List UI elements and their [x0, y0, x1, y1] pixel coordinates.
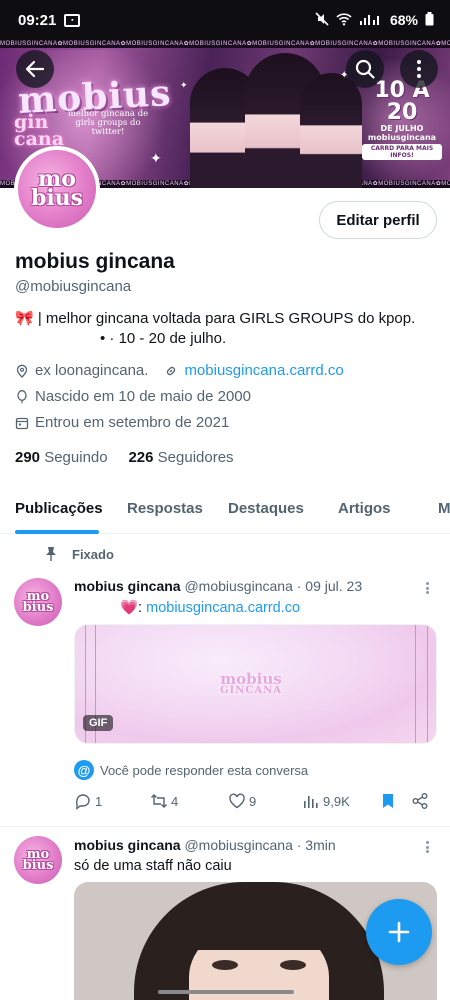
post-header: mobius gincana @mobiusgincana · 09 jul. …: [74, 578, 362, 594]
banner-ribbon-top: MOBIUSGINCANA✿MOBIUSGINCANA✿MOBIUSGINCAN…: [0, 40, 450, 48]
plus-icon: [388, 921, 410, 943]
avatar-logo: mo bius: [30, 166, 84, 211]
post-handle-time: @mobiusgincana · 3min: [184, 837, 336, 853]
profile-joined: Entrou em setembro de 2021: [35, 414, 230, 431]
pinned-label: Fixado: [44, 546, 114, 562]
post-menu-button[interactable]: [420, 839, 434, 855]
tab-replies[interactable]: Respostas: [127, 500, 203, 517]
balloon-icon: [17, 389, 27, 403]
post-menu-button[interactable]: [420, 580, 434, 596]
profile-meta-row-3: Entrou em setembro de 2021: [15, 414, 229, 431]
profile-handle: @mobiusgincana: [15, 278, 132, 295]
post-divider: [0, 826, 450, 827]
repost-button[interactable]: 4: [150, 792, 178, 810]
heart-icon: [229, 793, 245, 809]
status-time: 09:21: [18, 11, 57, 29]
search-icon: [355, 59, 375, 79]
profile-birthday: Nascido em 10 de maio de 2000: [35, 388, 251, 405]
post-text: 💗: mobiusgincana.carrd.co: [120, 600, 301, 616]
back-button[interactable]: [16, 50, 54, 88]
post-text: só de uma staff não caiu: [74, 858, 232, 874]
profile-bio-line1: 🎀 | melhor gincana voltada para GIRLS GR…: [15, 310, 416, 327]
profile-bio-line2: • · 10 - 20 de julho.: [100, 330, 227, 347]
repost-icon: [151, 794, 167, 808]
post-handle-time: @mobiusgincana · 09 jul. 23: [184, 578, 363, 594]
compose-post-button[interactable]: [366, 899, 432, 965]
at-icon: @: [74, 760, 94, 780]
views-icon: [304, 796, 318, 808]
share-button[interactable]: [411, 792, 429, 810]
profile-meta-row-2: Nascido em 10 de maio de 2000: [15, 388, 251, 405]
location-icon: [16, 364, 28, 378]
share-icon: [412, 793, 428, 809]
bookmark-filled-icon: [383, 794, 393, 808]
status-bar: 09:21 ▪ 68%: [0, 0, 450, 40]
profile-location: ex loonagincana.: [35, 362, 149, 379]
mute-icon: [315, 11, 329, 29]
profile-name: mobius gincana: [15, 250, 175, 273]
link-icon: [167, 366, 176, 375]
sparkle-icon: ✦: [180, 80, 188, 90]
post-actions: 1 4 9 9,9K: [74, 792, 436, 814]
profile-website-link[interactable]: mobiusgincana.carrd.co: [184, 362, 343, 379]
post-avatar[interactable]: mo bius: [14, 836, 62, 884]
reply-button[interactable]: 1: [74, 792, 102, 810]
bookmark-button[interactable]: [379, 792, 397, 810]
banner-dates: 10 A 20 DE JULHO mobiusgincana CARRD PAR…: [362, 80, 442, 161]
following-link[interactable]: 290 Seguindo: [15, 449, 108, 466]
tab-posts[interactable]: Publicações: [15, 500, 103, 517]
tab-media[interactable]: M: [438, 500, 450, 517]
reply-icon: [75, 794, 90, 810]
post-link[interactable]: mobiusgincana.carrd.co: [146, 600, 300, 616]
profile-avatar[interactable]: mo bius: [14, 146, 100, 232]
followers-link[interactable]: 226 Seguidores: [128, 449, 233, 466]
more-options-button[interactable]: [400, 50, 438, 88]
profile-meta-row-1: ex loonagincana. mobiusgincana.carrd.co: [15, 362, 344, 379]
views-button[interactable]: 9,9K: [302, 792, 350, 810]
post-media-gif[interactable]: mobius GINCANA GIF: [74, 624, 437, 744]
search-button[interactable]: [346, 50, 384, 88]
arrow-left-icon: [25, 60, 45, 78]
edit-profile-button[interactable]: Editar perfil: [319, 201, 437, 239]
banner-logo-sub: gin cana: [14, 111, 65, 150]
tab-highlights[interactable]: Destaques: [228, 500, 304, 517]
wifi-icon: [336, 12, 352, 29]
banner-figure-3: [300, 73, 362, 188]
post-avatar[interactable]: mo bius: [14, 578, 62, 626]
battery-icon: [425, 11, 434, 29]
post-author-name[interactable]: mobius gincana: [74, 578, 181, 594]
post-author-name[interactable]: mobius gincana: [74, 837, 181, 853]
gif-badge: GIF: [83, 715, 114, 731]
post-header: mobius gincana @mobiusgincana · 3min: [74, 837, 336, 853]
signal-icon: [359, 12, 383, 29]
like-button[interactable]: 9: [228, 792, 256, 810]
notification-icon: ▪: [64, 13, 81, 27]
reply-permission-note: @ Você pode responder esta conversa: [74, 760, 308, 780]
battery-percent: 68%: [389, 12, 418, 28]
pin-icon: [46, 547, 56, 561]
tab-indicator: [15, 530, 99, 534]
banner-tagline: melhor gincana de girls groups do twitte…: [67, 109, 149, 137]
more-vertical-icon: [417, 60, 421, 78]
follow-counts: 290 Seguindo 226 Seguidores: [15, 449, 234, 466]
calendar-icon: [15, 417, 29, 429]
media-logo: mobius GINCANA: [220, 670, 282, 697]
tab-articles[interactable]: Artigos: [338, 500, 391, 517]
home-indicator[interactable]: [158, 990, 294, 994]
sparkle-icon: ✦: [150, 150, 162, 166]
profile-tabs: Publicações Respostas Destaques Artigos …: [0, 486, 450, 534]
